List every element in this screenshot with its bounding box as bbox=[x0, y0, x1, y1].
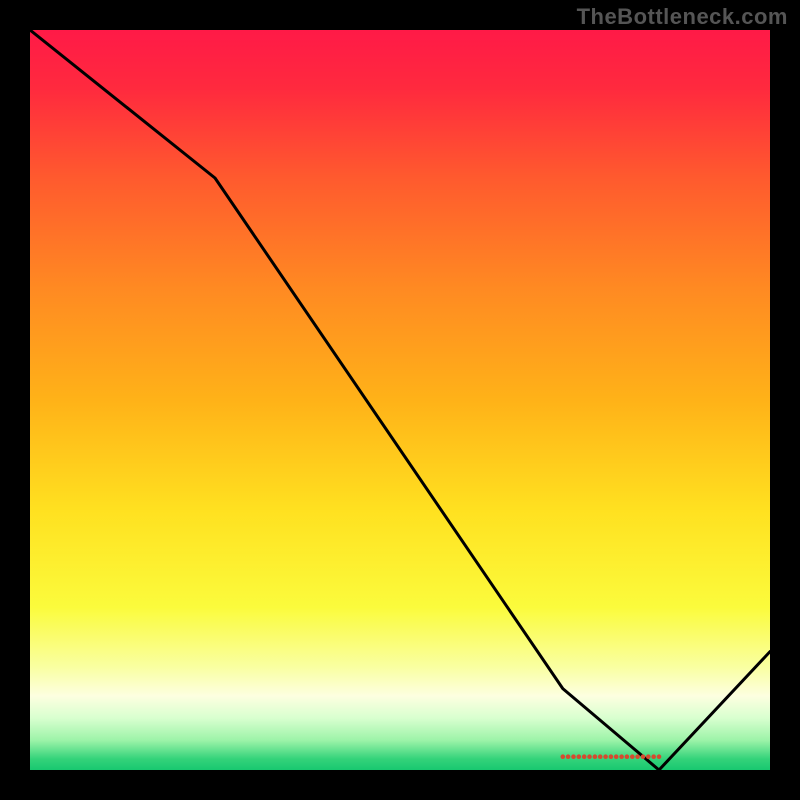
plot-frame bbox=[30, 30, 770, 770]
gradient-background bbox=[30, 30, 770, 770]
chart-svg bbox=[30, 30, 770, 770]
chart-stage: TheBottleneck.com bbox=[0, 0, 800, 800]
attribution-text: TheBottleneck.com bbox=[577, 4, 788, 30]
